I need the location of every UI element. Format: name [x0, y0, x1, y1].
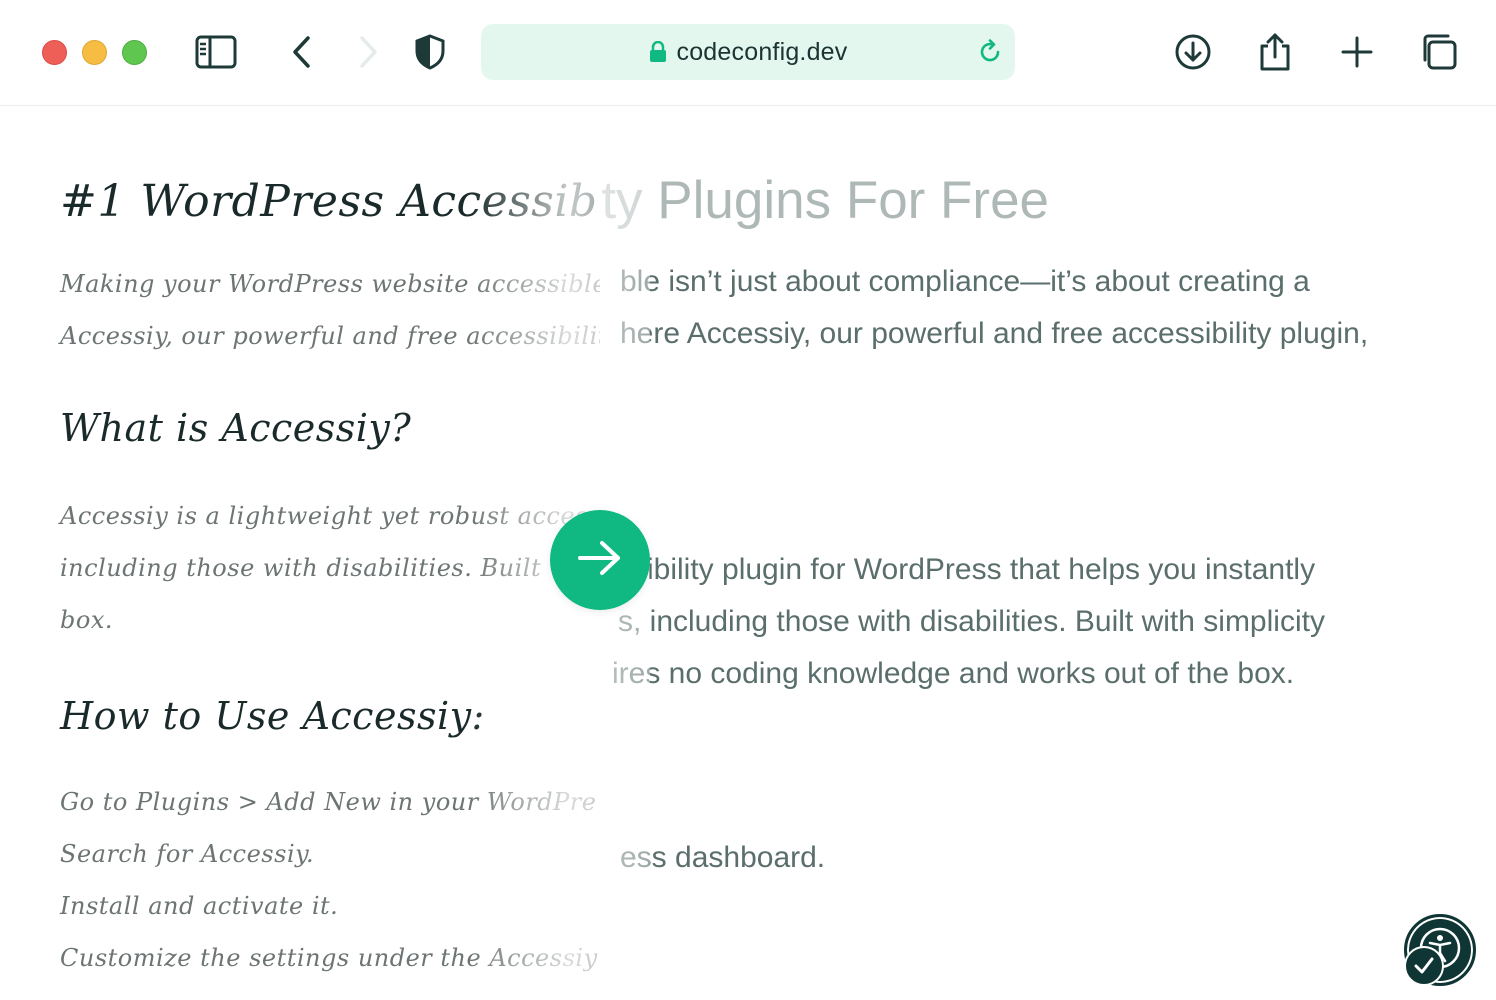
- page-content: ility Plugins For Free ble isn’t just ab…: [0, 106, 1496, 1000]
- page-title-plain: ility Plugins For Free: [566, 170, 1050, 231]
- shield-icon[interactable]: [408, 30, 452, 74]
- check-icon: [1404, 946, 1444, 986]
- intro-paragraph-plain: ble isn’t just about compliance—it’s abo…: [620, 256, 1368, 360]
- intro-line-1: ble isn’t just about compliance—it’s abo…: [620, 265, 1310, 298]
- share-icon[interactable]: [1253, 30, 1297, 74]
- reload-icon[interactable]: [975, 37, 1005, 67]
- title-fragment: ility Plugins For Free: [566, 171, 1050, 230]
- chevron-left-icon[interactable]: [280, 30, 324, 74]
- minimize-window-button[interactable]: [82, 40, 107, 65]
- download-icon[interactable]: [1171, 30, 1215, 74]
- address-bar[interactable]: codeconfig.dev: [481, 24, 1015, 80]
- how-steps-plain: ess dashboard.: [620, 832, 825, 884]
- what-paragraph-plain: sibility plugin for WordPress that helps…: [612, 544, 1325, 700]
- url-text: codeconfig.dev: [676, 37, 848, 66]
- lock-icon: [649, 41, 667, 63]
- what-line-2: s, including those with disabilities. Bu…: [618, 605, 1325, 638]
- what-line-1: sibility plugin for WordPress that helps…: [632, 553, 1316, 586]
- zoom-window-button[interactable]: [122, 40, 147, 65]
- browser-toolbar: codeconfig.dev: [0, 0, 1496, 106]
- close-window-button[interactable]: [42, 40, 67, 65]
- how-heading: How to Use Accessiy:: [60, 694, 485, 738]
- sidebar-icon[interactable]: [194, 30, 238, 74]
- arrow-right-icon: [576, 538, 624, 583]
- plus-icon[interactable]: [1335, 30, 1379, 74]
- what-line-3: ires no coding knowledge and works out o…: [612, 657, 1295, 690]
- what-heading: What is Accessiy?: [60, 406, 412, 450]
- how-step-2-plain: ess dashboard.: [620, 841, 826, 874]
- chevron-right-icon[interactable]: [346, 30, 390, 74]
- compare-slider-button[interactable]: [550, 510, 650, 610]
- tabs-icon[interactable]: [1417, 30, 1461, 74]
- intro-line-2: here Accessiy, our powerful and free acc…: [620, 317, 1369, 350]
